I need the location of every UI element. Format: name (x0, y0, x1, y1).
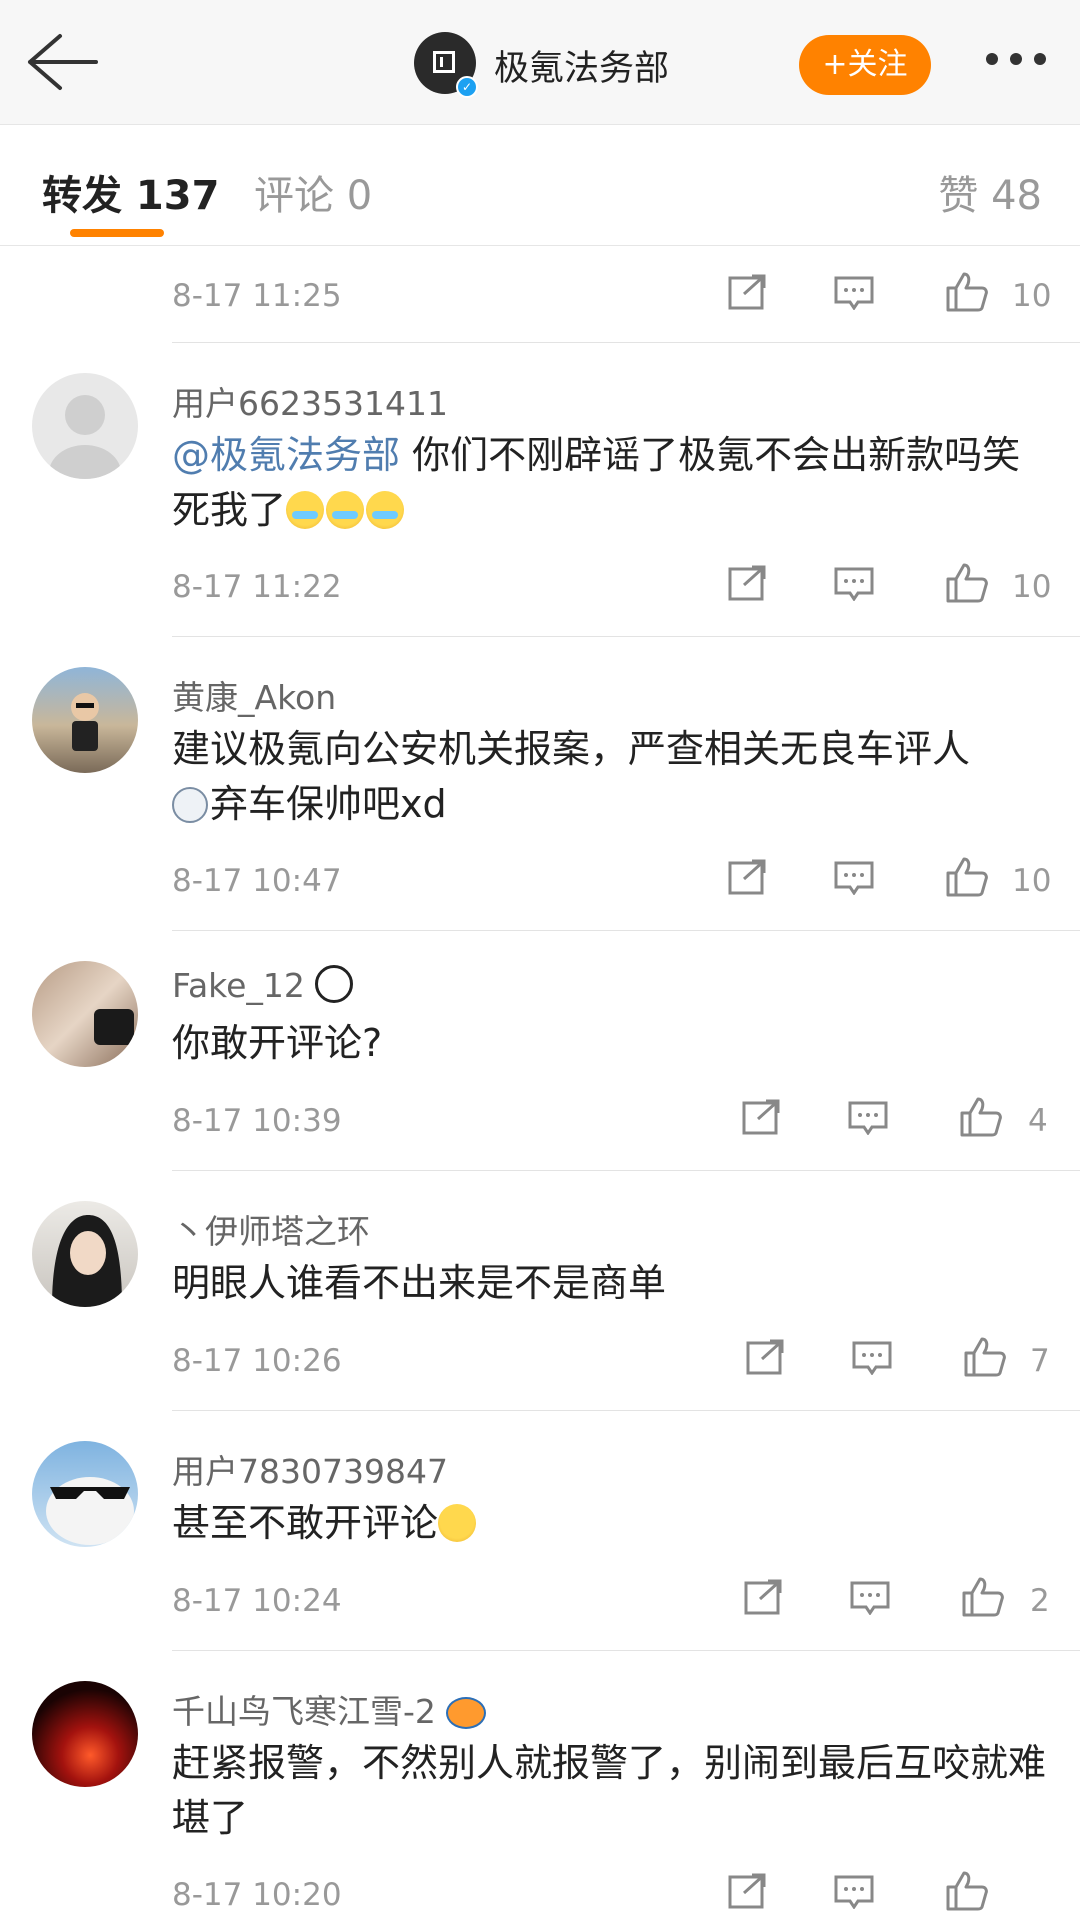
username[interactable]: 用户7830739847 (172, 1445, 448, 1493)
user-photo-icon (94, 1009, 134, 1045)
divider (172, 1650, 1080, 1651)
username[interactable]: 黄康_Akon (172, 671, 336, 719)
active-tab-indicator (70, 229, 164, 237)
comment-icon[interactable] (834, 861, 874, 895)
timestamp: 8-17 10:24 (172, 1583, 342, 1619)
follow-button[interactable]: +关注 (799, 35, 931, 95)
divider (172, 930, 1080, 931)
timestamp: 8-17 10:26 (172, 1343, 342, 1379)
repost-icon[interactable] (728, 1873, 768, 1909)
like-icon[interactable] (964, 1337, 1006, 1377)
username[interactable]: Fake_12 (172, 965, 355, 1005)
avatar[interactable] (32, 961, 138, 1067)
account-name[interactable]: 极氪法务部 (494, 40, 669, 91)
repost-icon[interactable] (744, 1579, 784, 1615)
comment-icon[interactable] (834, 276, 874, 310)
verified-badge-icon: ✓ (456, 76, 478, 98)
comment-text: 赶紧报警，不然别人就报警了，别闹到最后互咬就难堪了 (172, 1741, 1047, 1840)
tab-like[interactable]: 赞 48 (938, 163, 1042, 221)
pufferfish-badge-icon (446, 1697, 487, 1729)
username[interactable]: 千山鸟飞寒江雪-2 (172, 1685, 488, 1733)
like-icon[interactable] (962, 1577, 1004, 1617)
crying-emoji-icon (286, 491, 325, 529)
divider (172, 342, 1080, 343)
divider (172, 1410, 1080, 1411)
comment-icon[interactable] (852, 1341, 892, 1375)
shocked-emoji-icon (438, 1504, 477, 1542)
tab-bar: 转发 137 评论 0 赞 48 (0, 125, 1080, 246)
top-bar: ✓ 极氪法务部 +关注 (0, 0, 1080, 125)
comment-icon[interactable] (834, 1875, 874, 1909)
repost-icon[interactable] (742, 1099, 782, 1135)
brand-logo-icon (433, 51, 455, 73)
like-icon[interactable] (946, 272, 988, 312)
timestamp: 8-17 10:20 (172, 1877, 342, 1913)
like-count: 10 (1012, 863, 1052, 899)
timestamp: 8-17 11:25 (172, 278, 342, 314)
comment-text: 建议极氪向公安机关报案，严查相关无良车评人 弃车保帅吧xd (172, 727, 971, 826)
like-count: 2 (1030, 1583, 1050, 1619)
like-count: 10 (1012, 278, 1052, 314)
repost-icon[interactable] (728, 565, 768, 601)
timestamp: 8-17 11:22 (172, 569, 342, 605)
crying-emoji-icon (366, 491, 405, 529)
like-icon[interactable] (946, 563, 988, 603)
panda-badge-icon (315, 965, 354, 1003)
avatar[interactable] (32, 1681, 138, 1787)
repost-icon[interactable] (746, 1339, 786, 1375)
like-icon[interactable] (946, 857, 988, 897)
like-icon[interactable] (946, 1871, 988, 1911)
mention-link[interactable]: @极氪法务部 (172, 433, 400, 477)
user-photo-icon (46, 1477, 134, 1545)
avatar[interactable] (32, 373, 138, 479)
user-photo-icon (71, 693, 99, 751)
default-avatar-icon (49, 395, 121, 479)
dog-emoji-icon (172, 787, 208, 823)
avatar[interactable] (32, 1441, 138, 1547)
like-count: 10 (1012, 569, 1052, 605)
comment-text: 你敢开评论? (172, 1021, 383, 1065)
comment-text: @极氪法务部 你们不刚辟谣了极氪不会出新款吗笑死我了 (172, 433, 1021, 532)
tab-comment[interactable]: 评论 0 (254, 163, 372, 221)
back-arrow-icon[interactable] (24, 30, 100, 94)
comment-icon[interactable] (834, 567, 874, 601)
user-photo-icon (52, 1215, 122, 1307)
timestamp: 8-17 10:47 (172, 863, 342, 899)
like-count: 7 (1030, 1343, 1050, 1379)
more-dots-icon[interactable] (986, 53, 1050, 67)
username[interactable]: 丶伊师塔之环 (172, 1205, 370, 1253)
comment-icon[interactable] (850, 1581, 890, 1615)
tab-forward[interactable]: 转发 137 (42, 163, 219, 221)
repost-icon[interactable] (728, 274, 768, 310)
repost-icon[interactable] (728, 859, 768, 895)
comment-icon[interactable] (848, 1101, 888, 1135)
username[interactable]: 用户6623531411 (172, 377, 448, 425)
avatar[interactable] (32, 667, 138, 773)
comment-text: 甚至不敢开评论 (172, 1496, 1052, 1551)
timestamp: 8-17 10:39 (172, 1103, 342, 1139)
avatar[interactable] (32, 1201, 138, 1307)
comment-text: 明眼人谁看不出来是不是商单 (172, 1261, 667, 1305)
like-icon[interactable] (960, 1097, 1002, 1137)
divider (172, 636, 1080, 637)
like-count: 4 (1028, 1103, 1048, 1139)
crying-emoji-icon (326, 491, 365, 529)
divider (172, 1170, 1080, 1171)
